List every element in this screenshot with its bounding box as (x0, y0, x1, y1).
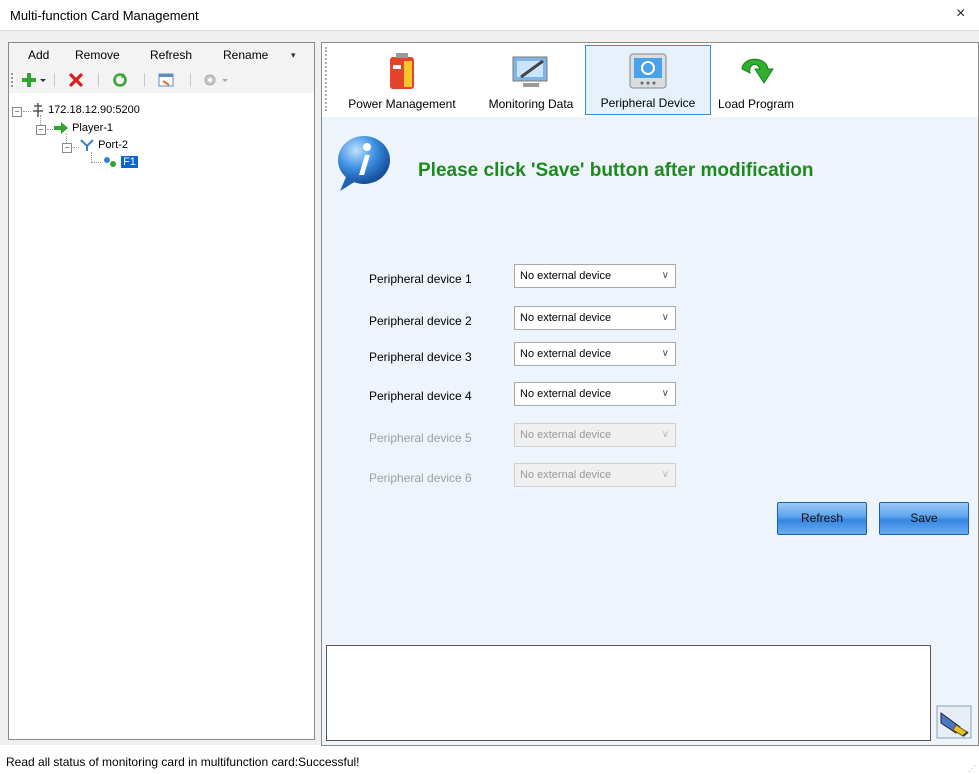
tab-peripheral-device-label: Peripheral Device (600, 96, 696, 110)
peripheral-5-select: No external device ∨ (514, 423, 676, 447)
peripheral-2-label: Peripheral device 2 (369, 314, 472, 328)
title-bar: Multi-function Card Management × (0, 0, 979, 31)
settings-icon[interactable] (203, 72, 228, 88)
info-icon (338, 136, 390, 191)
peripheral-2-select[interactable]: No external device ∨ (514, 306, 676, 330)
card-settings-panel: Power Management Monitoring Data Periphe… (321, 42, 979, 746)
card-icon (104, 157, 116, 167)
tree-node-root[interactable]: 172.18.12.90:5200 (31, 102, 140, 118)
collapse-root-icon[interactable]: − (12, 107, 22, 117)
tree-menubar: Add Remove Refresh Rename ▾ (9, 43, 314, 67)
monitor-icon (512, 56, 548, 87)
tree-node-player[interactable]: Player-1 (53, 121, 113, 135)
server-icon (33, 103, 43, 117)
collapse-player-icon[interactable]: − (36, 125, 46, 135)
peripheral-4-label: Peripheral device 4 (369, 389, 472, 403)
status-message: Read all status of monitoring card in mu… (6, 755, 360, 769)
tab-power-management[interactable]: Power Management (334, 45, 470, 115)
port-icon (80, 139, 94, 151)
tab-load-program-label: Load Program (717, 97, 795, 111)
refresh-button[interactable]: Refresh (777, 502, 867, 535)
peripheral-4-value: No external device (520, 388, 612, 400)
load-arrow-icon (741, 58, 774, 84)
peripheral-1-label: Peripheral device 1 (369, 272, 472, 286)
add-icon[interactable] (21, 72, 46, 88)
function-tabbar: Power Management Monitoring Data Periphe… (322, 43, 978, 117)
peripheral-2-value: No external device (520, 312, 612, 324)
peripheral-6-label: Peripheral device 6 (369, 471, 472, 485)
peripheral-1-value: No external device (520, 270, 612, 282)
tree-node-card[interactable]: F1 (102, 155, 138, 169)
peripheral-1-select[interactable]: No external device ∨ (514, 264, 676, 288)
save-button[interactable]: Save (879, 502, 969, 535)
tab-peripheral-device[interactable]: Peripheral Device (585, 45, 711, 115)
tree-node-card-label: F1 (121, 155, 138, 168)
peripheral-3-label: Peripheral device 3 (369, 350, 472, 364)
tree-node-port[interactable]: Port-2 (79, 138, 128, 152)
screen-icon[interactable] (157, 72, 175, 88)
peripheral-4-select[interactable]: No external device ∨ (514, 382, 676, 406)
peripheral-3-select[interactable]: No external device ∨ (514, 342, 676, 366)
close-icon[interactable]: × (956, 5, 965, 23)
player-arrow-icon (54, 122, 68, 134)
peripheral-6-select: No external device ∨ (514, 463, 676, 487)
log-output (326, 645, 931, 741)
tree-toolbar (9, 67, 314, 93)
collapse-port-icon[interactable]: − (62, 143, 72, 153)
menu-rename[interactable]: Rename (223, 48, 268, 62)
menu-remove[interactable]: Remove (75, 48, 120, 62)
clear-log-icon[interactable] (936, 705, 972, 739)
resize-grip-icon[interactable]: ⋰ (968, 764, 976, 773)
tree-node-player-label: Player-1 (72, 121, 114, 134)
tab-monitoring-data[interactable]: Monitoring Data (476, 45, 586, 115)
toolbar-grip (11, 73, 15, 87)
menu-overflow-icon[interactable]: ▾ (291, 50, 299, 60)
chevron-down-icon: ∨ (661, 348, 669, 359)
tree-node-root-label: 172.18.12.90:5200 (48, 103, 140, 116)
chevron-down-icon: ∨ (661, 270, 669, 281)
battery-icon (390, 53, 414, 89)
device-tree-panel: Add Remove Refresh Rename ▾ − 172.18.12.… (8, 42, 315, 740)
save-notice: Please click 'Save' button after modific… (418, 160, 814, 181)
chevron-down-icon: ∨ (661, 312, 669, 323)
tabbar-grip (325, 47, 327, 111)
peripheral-icon (629, 53, 667, 89)
window-title: Multi-function Card Management (10, 8, 199, 23)
chevron-down-icon: ∨ (661, 429, 669, 440)
chevron-down-icon: ∨ (661, 469, 669, 480)
peripheral-5-value: No external device (520, 429, 612, 441)
chevron-down-icon: ∨ (661, 388, 669, 399)
tree-node-port-label: Port-2 (98, 138, 129, 151)
refresh-icon[interactable] (111, 72, 129, 88)
peripheral-5-label: Peripheral device 5 (369, 431, 472, 445)
peripheral-3-value: No external device (520, 348, 612, 360)
menu-add[interactable]: Add (28, 48, 49, 62)
tab-load-program[interactable]: Load Program (714, 45, 798, 115)
tab-power-management-label: Power Management (348, 97, 456, 111)
delete-icon[interactable] (67, 72, 85, 88)
menu-refresh[interactable]: Refresh (150, 48, 192, 62)
tab-monitoring-data-label: Monitoring Data (488, 97, 574, 111)
peripheral-6-value: No external device (520, 469, 612, 481)
